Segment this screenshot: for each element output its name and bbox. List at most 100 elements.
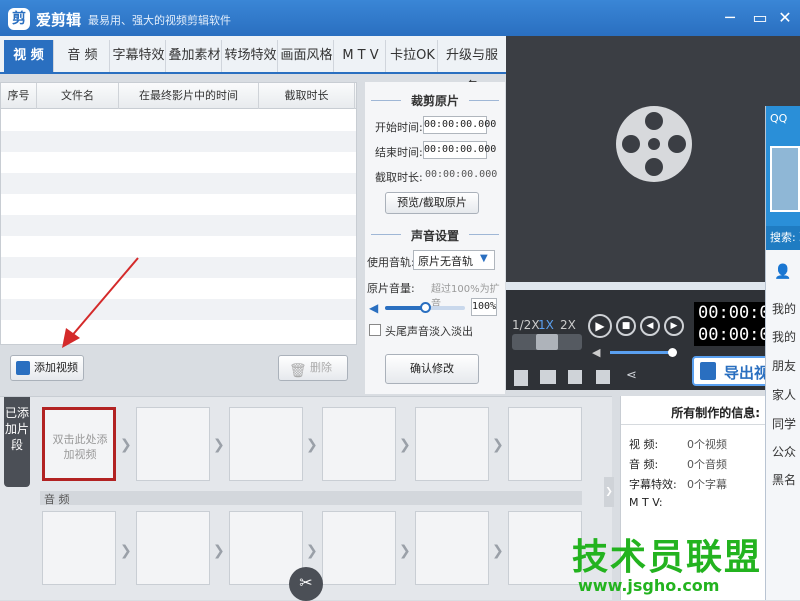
tab-transition-effects[interactable]: 转场特效 xyxy=(224,40,278,72)
reel-hole xyxy=(645,112,663,130)
table-row xyxy=(1,173,356,194)
speed-slider-handle[interactable] xyxy=(536,334,558,350)
info-subtitle-value: 0个字幕 xyxy=(687,478,727,491)
volume-slider-fill xyxy=(385,306,425,310)
preview-clip-button[interactable]: 预览/截取原片 xyxy=(385,192,479,214)
info-video-label: 视 频: xyxy=(629,438,659,451)
video-slot[interactable] xyxy=(508,407,582,481)
help-icon[interactable] xyxy=(596,370,610,384)
export-icon xyxy=(700,362,716,380)
qq-group-item[interactable]: 朋友 xyxy=(772,357,796,374)
contact-icon[interactable]: 👤 xyxy=(774,264,791,280)
audio-slot[interactable] xyxy=(508,511,582,585)
tab-overlay-materials[interactable]: 叠加素材 xyxy=(168,40,222,72)
audio-track-label: 音 频 xyxy=(44,493,70,506)
film-reel-icon xyxy=(616,106,692,182)
volume-speaker-icon: ◀ xyxy=(369,301,379,315)
step-back-icon[interactable]: ◀ xyxy=(640,316,660,336)
trash-icon: 🗑 xyxy=(289,363,307,379)
speed-normal[interactable]: 1X xyxy=(538,318,554,332)
info-video-value: 0个视频 xyxy=(687,438,727,451)
new-project-icon[interactable] xyxy=(514,370,528,386)
divider xyxy=(621,424,766,425)
video-slot[interactable] xyxy=(322,407,396,481)
player-volume-icon: ◀ xyxy=(592,346,601,359)
tab-karaoke[interactable]: 卡拉OK xyxy=(388,40,438,72)
close-icon[interactable]: ✕ xyxy=(775,8,795,28)
qq-group-item[interactable]: 家人 xyxy=(772,386,796,403)
info-audio-label: 音 频: xyxy=(629,458,659,471)
column-header-filename[interactable]: 文件名 xyxy=(37,83,119,109)
audio-slot[interactable] xyxy=(415,511,489,585)
qq-group-item[interactable]: 同学 xyxy=(772,415,796,432)
scissors-icon[interactable]: ✂ xyxy=(289,567,323,601)
qq-group-item[interactable]: 公众 xyxy=(772,443,796,460)
tab-upgrade-service[interactable]: 升级与服务 xyxy=(440,40,504,95)
player-volume-slider[interactable] xyxy=(610,348,677,357)
player-volume-handle[interactable] xyxy=(668,348,677,357)
collapse-info-icon[interactable]: ❯ xyxy=(604,477,614,507)
save-icon[interactable] xyxy=(568,370,582,384)
step-forward-icon[interactable]: ▶ xyxy=(664,316,684,336)
audio-track-label: 使用音轨: xyxy=(367,256,415,269)
info-title: 所有制作的信息: xyxy=(671,406,760,420)
app-logo-icon: 剪 xyxy=(8,8,30,30)
volume-input[interactable]: 100% xyxy=(471,298,497,316)
column-header-final-time[interactable]: 在最终影片中的时间 xyxy=(119,83,259,109)
minimize-icon[interactable]: ─ xyxy=(720,8,740,28)
audio-slot[interactable] xyxy=(322,511,396,585)
tab-picture-style[interactable]: 画面风格 xyxy=(280,40,334,72)
added-clips-tab[interactable]: 已添加片段 xyxy=(4,397,30,487)
add-video-button[interactable]: 添加视频 xyxy=(10,355,84,381)
info-audio-value: 0个音频 xyxy=(687,458,727,471)
volume-slider[interactable] xyxy=(385,302,465,313)
column-header-index[interactable]: 序号 xyxy=(1,83,37,109)
chevron-right-icon: ❯ xyxy=(399,543,411,559)
video-slot[interactable] xyxy=(415,407,489,481)
tab-audio[interactable]: 音 频 xyxy=(56,40,110,72)
audio-track-select[interactable]: 原片无音轨 ▼ xyxy=(413,250,495,270)
chevron-right-icon: ❯ xyxy=(120,543,132,559)
duration-label: 截取时长: xyxy=(375,171,423,184)
video-preview[interactable] xyxy=(506,36,800,282)
add-video-slot[interactable]: 双击此处添加视频 xyxy=(42,407,116,481)
speed-double[interactable]: 2X xyxy=(560,318,576,332)
export-label: 导出视 xyxy=(724,364,770,382)
share-icon[interactable]: ⋖ xyxy=(626,368,637,383)
end-time-input[interactable]: 00:00:00.000 xyxy=(423,141,496,159)
volume-slider-handle[interactable] xyxy=(420,302,431,313)
play-icon[interactable]: ▶ xyxy=(588,314,612,338)
tab-mtv[interactable]: M T V xyxy=(336,40,386,72)
qq-title: QQ xyxy=(770,112,788,125)
confirm-changes-button[interactable]: 确认修改 xyxy=(385,354,479,384)
chevron-right-icon: ❯ xyxy=(492,437,504,453)
video-slot[interactable] xyxy=(136,407,210,481)
audio-slot[interactable] xyxy=(42,511,116,585)
video-slot[interactable] xyxy=(229,407,303,481)
divider xyxy=(469,234,499,235)
tool-icon-row: ⋖ xyxy=(506,366,686,390)
column-header-clip-duration[interactable]: 截取时长 xyxy=(259,83,355,109)
qq-group-item[interactable]: 我的 xyxy=(772,300,796,317)
open-folder-icon[interactable] xyxy=(540,370,556,384)
stop-icon[interactable]: ■ xyxy=(616,316,636,336)
start-time-input[interactable]: 00:00:00.000 xyxy=(423,116,496,134)
maximize-icon[interactable]: ▭ xyxy=(750,8,770,28)
table-row xyxy=(1,131,356,152)
avatar[interactable] xyxy=(770,146,800,212)
chevron-right-icon: ❯ xyxy=(306,543,318,559)
speed-slider[interactable] xyxy=(512,334,582,350)
tab-subtitle-effects[interactable]: 字幕特效 xyxy=(112,40,166,72)
watermark: 技术员联盟 www.jsgho.com xyxy=(572,528,762,598)
qq-search[interactable]: 搜索: 联 xyxy=(766,226,800,250)
delete-button[interactable]: 🗑 删除 xyxy=(278,355,348,381)
speed-half[interactable]: 1/2X xyxy=(512,318,540,332)
tab-video[interactable]: 视 频 xyxy=(4,40,54,72)
qq-group-item[interactable]: 我的 xyxy=(772,328,796,345)
volume-label: 原片音量: xyxy=(367,282,415,295)
qq-group-item[interactable]: 黑名 xyxy=(772,471,796,488)
fade-checkbox[interactable] xyxy=(369,324,381,336)
audio-slot[interactable] xyxy=(136,511,210,585)
reel-hole xyxy=(668,135,686,153)
progress-bar[interactable] xyxy=(506,282,800,290)
